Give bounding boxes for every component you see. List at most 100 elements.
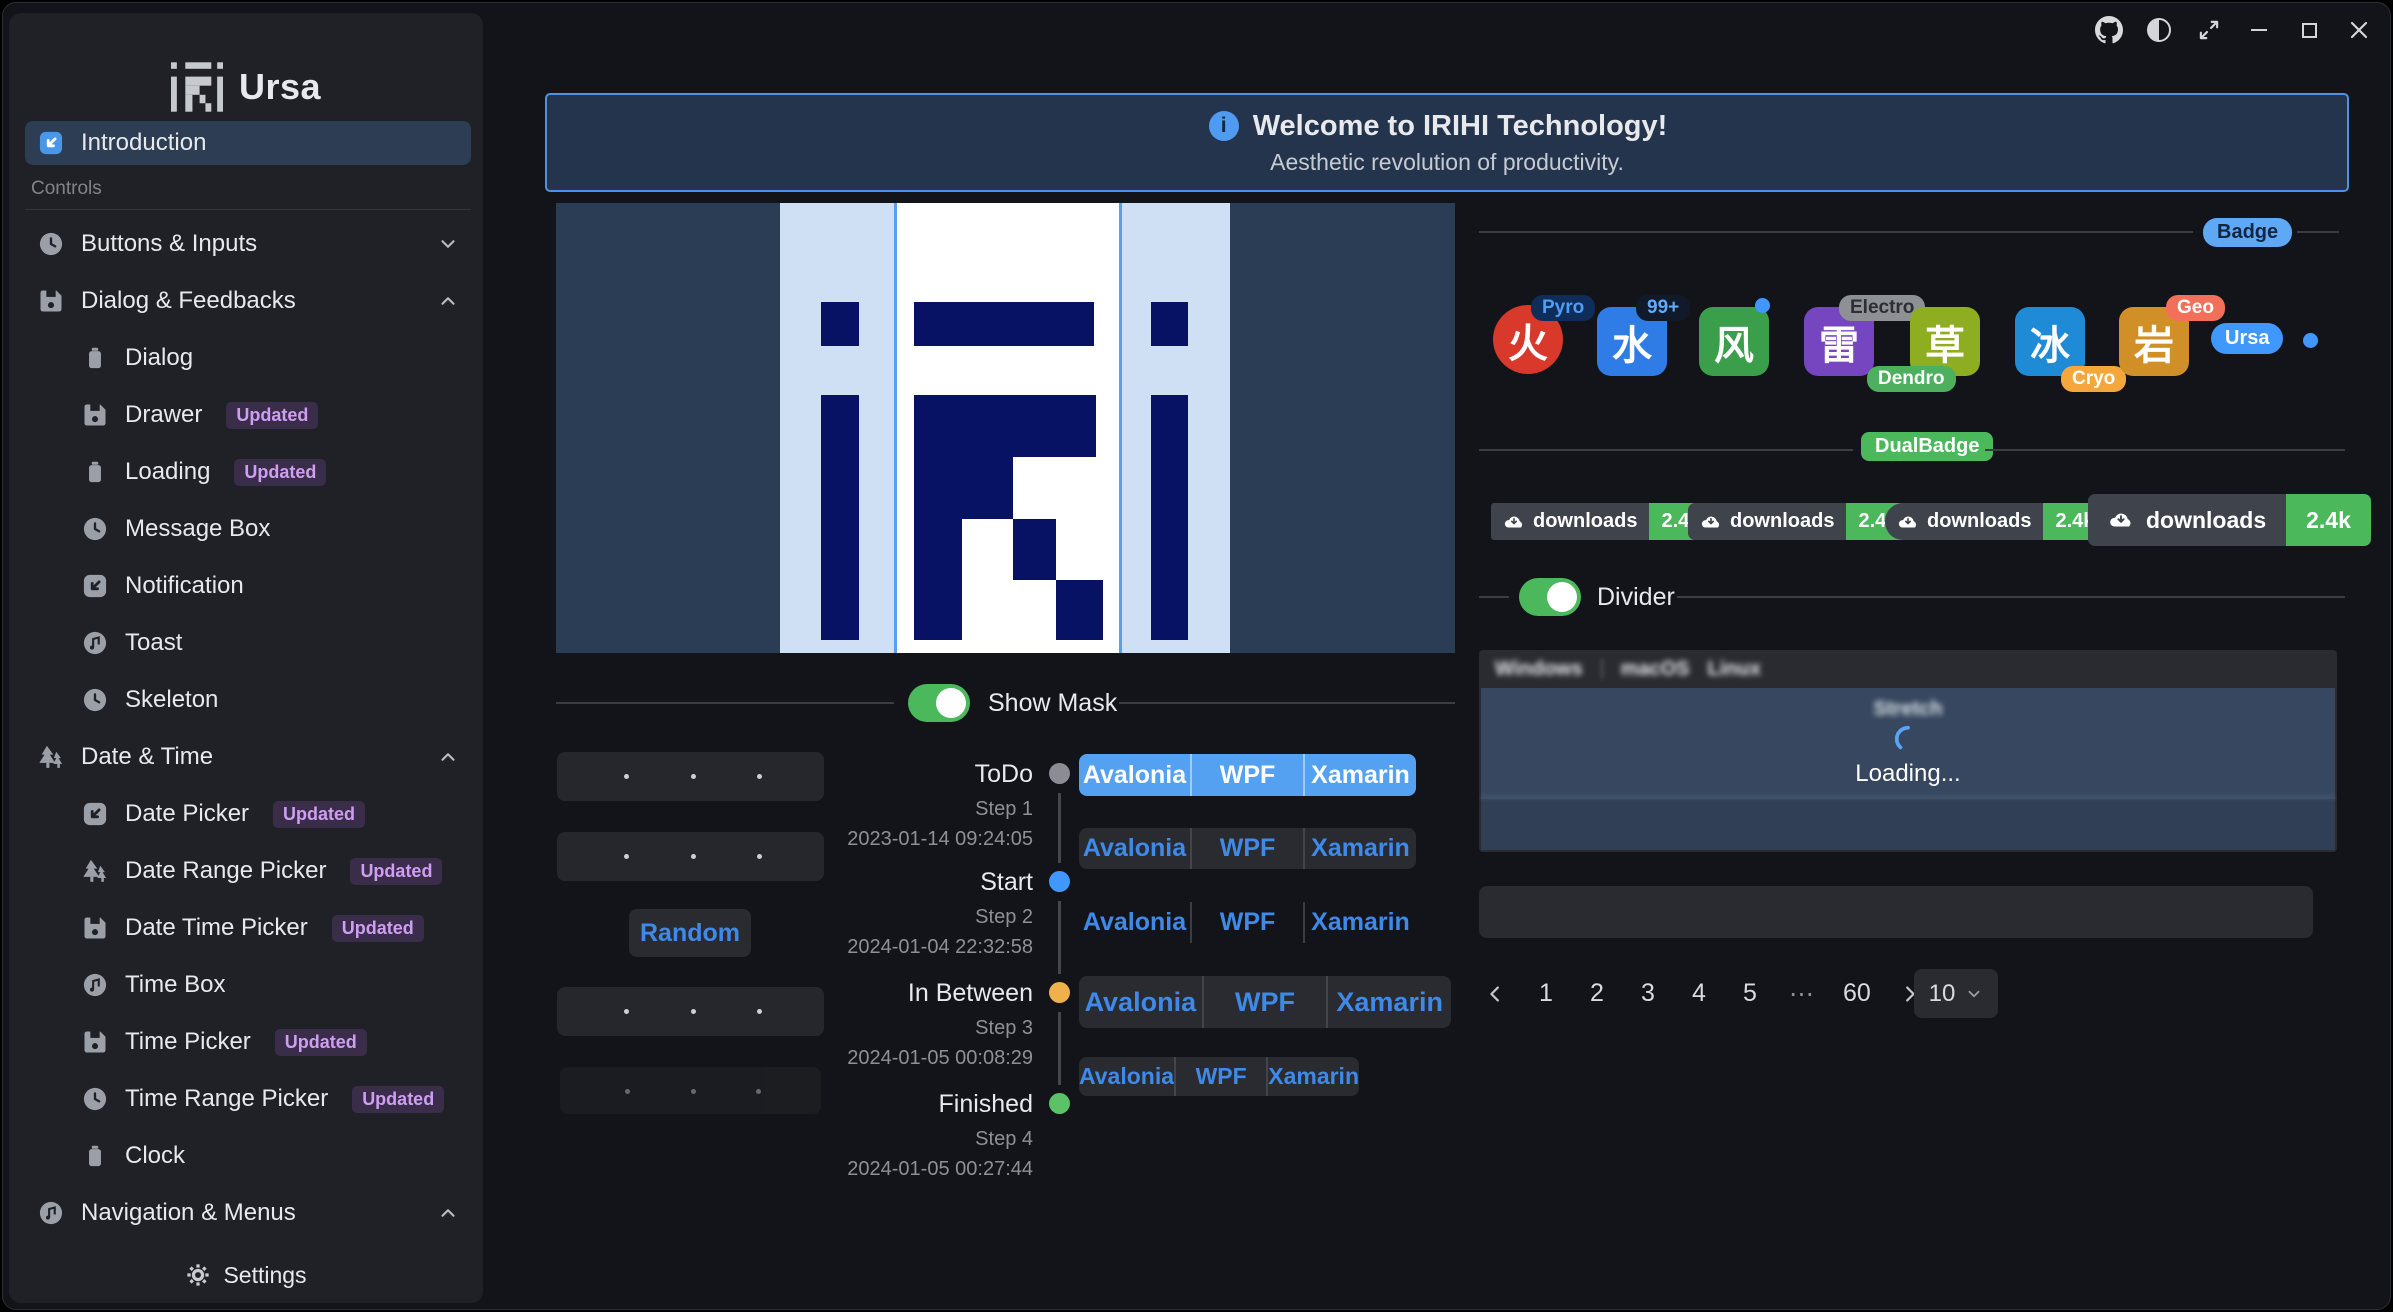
- tab-windows[interactable]: Windows: [1495, 658, 1583, 681]
- page-size-select[interactable]: 10: [1914, 969, 1998, 1018]
- sidebar-item-label: Skeleton: [125, 686, 218, 714]
- maximize-button[interactable]: [2294, 15, 2324, 45]
- sidebar-item-toast[interactable]: Toast: [25, 621, 471, 665]
- updated-badge: Updated: [226, 402, 318, 429]
- close-button[interactable]: [2344, 15, 2374, 45]
- sidebar-item-date-time-picker[interactable]: Date Time Picker Updated: [25, 906, 471, 950]
- page-number[interactable]: 2: [1585, 979, 1609, 1008]
- xamarin-button[interactable]: Xamarin: [1303, 828, 1416, 869]
- divider-toggle[interactable]: [1519, 578, 1581, 616]
- tab-macos[interactable]: macOS: [1621, 658, 1690, 681]
- sidebar-item-date-picker[interactable]: Date Picker Updated: [25, 792, 471, 836]
- button-group-secondary: Avalonia WPF Xamarin: [1079, 828, 1416, 869]
- timeline-step-title: Start: [803, 868, 1033, 897]
- music-note-icon: [37, 1199, 65, 1227]
- sidebar-item-introduction[interactable]: Introduction: [25, 121, 471, 165]
- sidebar-item-label: Time Range Picker: [125, 1085, 328, 1113]
- chevron-up-icon: [437, 1202, 459, 1224]
- avalonia-button[interactable]: Avalonia: [1079, 828, 1190, 869]
- avalonia-button[interactable]: Avalonia: [1079, 902, 1190, 943]
- music-note-icon: [81, 629, 109, 657]
- xamarin-button[interactable]: Xamarin: [1303, 902, 1416, 943]
- chevron-up-icon: [437, 290, 459, 312]
- page-number[interactable]: 1: [1534, 979, 1558, 1008]
- page-ellipsis[interactable]: ⋯: [1789, 979, 1816, 1009]
- page-number[interactable]: 4: [1687, 979, 1711, 1008]
- timeline-step-sub: Step 1: [803, 798, 1033, 821]
- sidebar-item-clock[interactable]: Clock: [25, 1134, 471, 1178]
- sidebar-item-label: Dialog: [125, 344, 193, 372]
- element-char: 冰: [2030, 313, 2070, 371]
- music-note-icon: [81, 971, 109, 999]
- xamarin-button[interactable]: Xamarin: [1303, 754, 1416, 796]
- tab-linux[interactable]: Linux: [1708, 658, 1761, 681]
- theme-toggle-icon[interactable]: [2144, 15, 2174, 45]
- divider-line: [556, 702, 894, 704]
- sidebar-item-time-picker[interactable]: Time Picker Updated: [25, 1020, 471, 1064]
- timeline-connector: [1058, 793, 1061, 863]
- cloud-download-icon: [1503, 511, 1525, 533]
- chevron-up-icon: [437, 746, 459, 768]
- sidebar-item-navigation-menus[interactable]: Navigation & Menus: [25, 1191, 471, 1235]
- button-group-large: Avalonia WPF Xamarin: [1079, 976, 1451, 1028]
- info-icon: i: [1209, 111, 1239, 141]
- random-button[interactable]: Random: [629, 909, 751, 957]
- avalonia-button[interactable]: Avalonia: [1079, 1057, 1174, 1096]
- sidebar-item-notification[interactable]: Notification: [25, 564, 471, 608]
- time-box-input[interactable]: [557, 987, 824, 1036]
- arrow-square-icon: [81, 572, 109, 600]
- badge-geo: Geo: [2166, 295, 2225, 321]
- github-icon[interactable]: [2094, 15, 2124, 45]
- avalonia-button[interactable]: Avalonia: [1079, 976, 1202, 1028]
- clock-icon: [37, 230, 65, 258]
- xamarin-button[interactable]: Xamarin: [1326, 976, 1451, 1028]
- sidebar-item-loading[interactable]: Loading Updated: [25, 450, 471, 494]
- sidebar-item-buttons-inputs[interactable]: Buttons & Inputs: [25, 222, 471, 266]
- page-prev-button[interactable]: [1485, 983, 1507, 1005]
- timeline-dot: [1049, 1093, 1070, 1114]
- sidebar-item-time-range-picker[interactable]: Time Range Picker Updated: [25, 1077, 471, 1121]
- sidebar-item-label: Toast: [125, 629, 182, 657]
- page-number[interactable]: 5: [1738, 979, 1762, 1008]
- sidebar-item-dialog-feedbacks[interactable]: Dialog & Feedbacks: [25, 279, 471, 323]
- sidebar-item-label: Time Box: [125, 971, 225, 999]
- button-group-primary: Avalonia WPF Xamarin: [1079, 754, 1416, 796]
- divider-line: [1479, 231, 2193, 233]
- sidebar-item-label: Notification: [125, 572, 244, 600]
- page-number[interactable]: 3: [1636, 979, 1660, 1008]
- button-group-small: Avalonia WPF Xamarin: [1079, 1057, 1359, 1096]
- sidebar-item-time-box[interactable]: Time Box: [25, 963, 471, 1007]
- expand-icon[interactable]: [2194, 15, 2224, 45]
- spinner-icon: [1893, 724, 1923, 754]
- wpf-button[interactable]: WPF: [1174, 1057, 1266, 1096]
- sidebar-item-dialog[interactable]: Dialog: [25, 336, 471, 380]
- time-box-input[interactable]: [557, 832, 824, 881]
- wpf-button[interactable]: WPF: [1190, 902, 1303, 943]
- wpf-button[interactable]: WPF: [1190, 754, 1303, 796]
- sidebar-item-message-box[interactable]: Message Box: [25, 507, 471, 551]
- time-box-input[interactable]: [557, 752, 824, 801]
- sidebar-item-date-time[interactable]: Date & Time: [25, 735, 471, 779]
- arrow-square-icon: [37, 129, 65, 157]
- battery-icon: [81, 458, 109, 486]
- dot-badge: [1755, 298, 1770, 313]
- settings-button[interactable]: Settings: [9, 1247, 483, 1303]
- divider-line: [1479, 449, 1853, 451]
- downloads-badge: downloads 2.4k: [1688, 503, 1909, 540]
- sidebar-item-drawer[interactable]: Drawer Updated: [25, 393, 471, 437]
- xamarin-button[interactable]: Xamarin: [1266, 1057, 1359, 1096]
- divider-line: [1985, 449, 2345, 451]
- sidebar-item-date-range-picker[interactable]: Date Range Picker Updated: [25, 849, 471, 893]
- avalonia-button[interactable]: Avalonia: [1079, 754, 1190, 796]
- wpf-button[interactable]: WPF: [1202, 976, 1327, 1028]
- page-number-last[interactable]: 60: [1843, 979, 1871, 1008]
- minimize-button[interactable]: [2244, 15, 2274, 45]
- sidebar-item-skeleton[interactable]: Skeleton: [25, 678, 471, 722]
- wpf-button[interactable]: WPF: [1190, 828, 1303, 869]
- show-mask-toggle[interactable]: [908, 684, 970, 722]
- tab-strip: Windows macOS Linux: [1479, 650, 2337, 688]
- updated-badge: Updated: [332, 915, 424, 942]
- downloads-label: downloads: [1927, 510, 2031, 533]
- cloud-download-icon: [1700, 511, 1722, 533]
- show-mask-label: Show Mask: [988, 689, 1117, 718]
